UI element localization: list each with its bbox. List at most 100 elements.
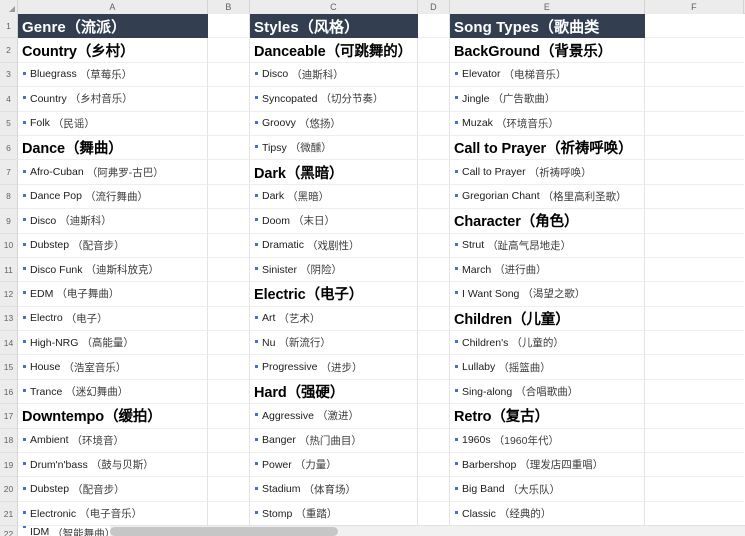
row-header-9[interactable]: 9 (0, 209, 18, 234)
cell-E12[interactable]: I Want Song （渴望之歌） (450, 282, 645, 307)
cell-B9[interactable] (208, 209, 250, 234)
cell-E17[interactable]: Retro（复古） (450, 404, 645, 429)
cell-D3[interactable] (418, 62, 450, 88)
cell-A3[interactable]: Bluegrass （草莓乐） (18, 62, 208, 88)
row-header-5[interactable]: 5 (0, 111, 18, 136)
cell-F18[interactable] (645, 428, 744, 454)
cell-B1[interactable] (208, 14, 250, 39)
cell-E10[interactable]: Strut （趾高气昂地走） (450, 233, 645, 258)
row-header-2[interactable]: 2 (0, 38, 18, 63)
cell-F19[interactable] (645, 453, 744, 478)
cell-F11[interactable] (645, 257, 744, 283)
select-all-corner[interactable] (0, 0, 18, 14)
column-header-e[interactable]: E (450, 0, 645, 14)
row-header-14[interactable]: 14 (0, 331, 18, 356)
cell-A20[interactable]: Dubstep （配音步） (18, 477, 208, 502)
cell-A7[interactable]: Afro-Cuban （阿弗罗-古巴） (18, 160, 208, 185)
cell-F12[interactable] (645, 282, 744, 307)
cell-D19[interactable] (418, 453, 450, 478)
cell-F13[interactable] (645, 306, 744, 332)
column-header-a[interactable]: A (18, 0, 208, 14)
cell-A21[interactable]: Electronic （电子音乐） (18, 501, 208, 527)
row-header-20[interactable]: 20 (0, 477, 18, 502)
cell-F9[interactable] (645, 209, 744, 234)
cell-A2[interactable]: Country（乡村） (18, 38, 208, 63)
horizontal-scrollbar-thumb[interactable] (110, 527, 338, 536)
cell-B11[interactable] (208, 257, 250, 283)
column-header-c[interactable]: C (250, 0, 418, 14)
cell-A15[interactable]: House （浩室音乐） (18, 355, 208, 380)
cell-C10[interactable]: Dramatic （戏剧性） (250, 233, 418, 258)
cell-F7[interactable] (645, 160, 744, 185)
cell-B19[interactable] (208, 453, 250, 478)
cell-A10[interactable]: Dubstep （配音步） (18, 233, 208, 258)
cell-E3[interactable]: Elevator （电梯音乐） (450, 62, 645, 88)
cell-C7[interactable]: Dark（黑暗） (250, 160, 418, 185)
cell-C3[interactable]: Disco （迪斯科） (250, 62, 418, 88)
cell-F21[interactable] (645, 501, 744, 527)
row-header-21[interactable]: 21 (0, 501, 18, 527)
cell-D12[interactable] (418, 282, 450, 307)
cell-B16[interactable] (208, 379, 250, 405)
cell-B7[interactable] (208, 160, 250, 185)
cell-C18[interactable]: Banger （热门曲目） (250, 428, 418, 454)
cell-D21[interactable] (418, 501, 450, 527)
cell-C16[interactable]: Hard（强硬） (250, 379, 418, 405)
row-header-15[interactable]: 15 (0, 355, 18, 380)
cell-D15[interactable] (418, 355, 450, 380)
cell-D14[interactable] (418, 331, 450, 356)
cell-A19[interactable]: Drum'n'bass （鼓与贝斯） (18, 453, 208, 478)
cell-C4[interactable]: Syncopated （切分节奏） (250, 87, 418, 112)
row-header-6[interactable]: 6 (0, 135, 18, 161)
column-header-f[interactable]: F (645, 0, 744, 14)
cell-B8[interactable] (208, 184, 250, 210)
cell-E7[interactable]: Call to Prayer （祈祷呼唤） (450, 160, 645, 185)
cell-C21[interactable]: Stomp （重踏） (250, 501, 418, 527)
cell-D20[interactable] (418, 477, 450, 502)
cell-C2[interactable]: Danceable（可跳舞的） (250, 38, 418, 63)
cell-F2[interactable] (645, 38, 744, 63)
cell-B12[interactable] (208, 282, 250, 307)
cell-E13[interactable]: Children（儿童） (450, 306, 645, 332)
cell-D10[interactable] (418, 233, 450, 258)
cell-C6[interactable]: Tipsy （微醺） (250, 135, 418, 161)
row-header-17[interactable]: 17 (0, 404, 18, 429)
cell-B15[interactable] (208, 355, 250, 380)
cell-E4[interactable]: Jingle （广告歌曲） (450, 87, 645, 112)
cell-D2[interactable] (418, 38, 450, 63)
row-header-1[interactable]: 1 (0, 14, 18, 39)
cell-F3[interactable] (645, 62, 744, 88)
row-header-3[interactable]: 3 (0, 62, 18, 88)
cell-C13[interactable]: Art （艺术） (250, 306, 418, 332)
cell-E5[interactable]: Muzak （环境音乐） (450, 111, 645, 136)
cell-C20[interactable]: Stadium （体育场） (250, 477, 418, 502)
cell-E20[interactable]: Big Band （大乐队） (450, 477, 645, 502)
cell-D11[interactable] (418, 257, 450, 283)
cell-C19[interactable]: Power （力量） (250, 453, 418, 478)
cell-E6[interactable]: Call to Prayer（祈祷呼唤） (450, 135, 645, 161)
cell-A13[interactable]: Electro （电子） (18, 306, 208, 332)
cell-A4[interactable]: Country （乡村音乐） (18, 87, 208, 112)
cell-B18[interactable] (208, 428, 250, 454)
row-header-8[interactable]: 8 (0, 184, 18, 210)
cell-B4[interactable] (208, 87, 250, 112)
cell-A17[interactable]: Downtempo（缓拍） (18, 404, 208, 429)
cell-E21[interactable]: Classic （经典的） (450, 501, 645, 527)
cell-E1-title[interactable]: Song Types（歌曲类 (450, 14, 645, 39)
cell-F16[interactable] (645, 379, 744, 405)
cell-A1-title[interactable]: Genre（流派） (18, 14, 208, 39)
cell-D18[interactable] (418, 428, 450, 454)
cell-E19[interactable]: Barbershop （理发店四重唱） (450, 453, 645, 478)
cell-D6[interactable] (418, 135, 450, 161)
cell-A16[interactable]: Trance （迷幻舞曲） (18, 379, 208, 405)
cell-A14[interactable]: High-NRG （高能量） (18, 331, 208, 356)
cell-A6[interactable]: Dance（舞曲） (18, 135, 208, 161)
cell-C1-title[interactable]: Styles（风格） (250, 14, 418, 39)
row-header-7[interactable]: 7 (0, 160, 18, 185)
column-header-d[interactable]: D (418, 0, 450, 14)
cell-C12[interactable]: Electric（电子） (250, 282, 418, 307)
cell-F14[interactable] (645, 331, 744, 356)
column-header-b[interactable]: B (208, 0, 250, 14)
cell-F17[interactable] (645, 404, 744, 429)
cell-B5[interactable] (208, 111, 250, 136)
